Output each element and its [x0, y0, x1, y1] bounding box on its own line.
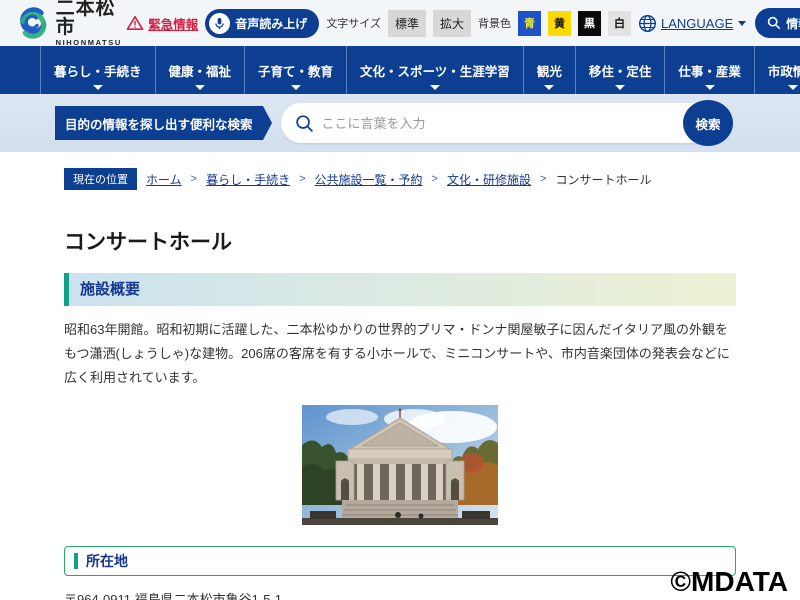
breadcrumb-separator: >: [432, 173, 438, 185]
nav-item-kosodate[interactable]: 子育て・教育: [244, 46, 346, 94]
search-submit-button[interactable]: 検索: [683, 100, 733, 146]
overview-body-text: 昭和63年開館。昭和初期に活躍した、二本松ゆかりの世界的プリマ・ドンナ関屋敏子に…: [64, 318, 736, 390]
global-nav: 暮らし・手続き 健康・福祉 子育て・教育 文化・スポーツ・生涯学習 観光 移住・…: [0, 46, 800, 94]
bg-color-white-button[interactable]: 白: [608, 11, 631, 36]
microphone-icon: [209, 13, 230, 34]
location-address: 〒964-0911 福島県二本松市亀谷1-5-1: [64, 589, 736, 600]
voice-reading-button[interactable]: 音声読み上げ: [205, 9, 319, 38]
page-title: コンサートホール: [64, 226, 736, 256]
breadcrumb-separator: >: [191, 173, 197, 185]
breadcrumb-link-bunka-kenshu[interactable]: 文化・研修施設: [447, 171, 531, 188]
page: 二本松市 NIHONMATSU 緊急情報: [0, 0, 800, 600]
photo-container: [64, 405, 736, 530]
current-location-badge: 現在の位置: [64, 168, 137, 190]
search-icon: [767, 16, 781, 30]
nav-item-label: 健康・福祉: [169, 61, 232, 80]
search-band: 目的の情報を探し出す便利な検索 検索: [0, 94, 800, 152]
nav-item-label: 市政情報: [768, 61, 800, 80]
location-heading: 所在地: [86, 551, 128, 571]
main-content: 現在の位置 ホーム > 暮らし・手続き > 公共施設一覧・予約 > 文化・研修施…: [0, 168, 800, 600]
search-input[interactable]: [322, 116, 677, 131]
nav-item-label: 子育て・教育: [258, 61, 333, 80]
search-icon: [295, 114, 314, 133]
site-logo[interactable]: 二本松市 NIHONMATSU: [16, 0, 126, 47]
nav-item-kenko[interactable]: 健康・福祉: [155, 46, 245, 94]
text-size-label: 文字サイズ: [326, 15, 381, 31]
breadcrumb-link-shisetsu[interactable]: 公共施設一覧・予約: [315, 171, 423, 188]
nav-item-bunka-sports[interactable]: 文化・スポーツ・生涯学習: [346, 46, 523, 94]
watermark: ©MDATA: [670, 566, 788, 598]
nav-item-kurashi[interactable]: 暮らし・手続き: [40, 46, 155, 94]
site-search-box: 検索: [281, 103, 732, 143]
site-title: 二本松市: [56, 0, 127, 37]
bg-color-black-button[interactable]: 黒: [578, 11, 601, 36]
location-box: 所在地: [64, 546, 736, 576]
find-info-button[interactable]: 情報を探す: [755, 8, 800, 38]
voice-reading-label: 音声読み上げ: [235, 15, 307, 32]
search-lead-label: 目的の情報を探し出す便利な検索: [55, 106, 263, 140]
accent-bar: [74, 553, 78, 569]
find-info-label: 情報を探す: [786, 15, 800, 32]
nav-item-label: 文化・スポーツ・生涯学習: [360, 61, 510, 80]
breadcrumb-link-kurashi[interactable]: 暮らし・手続き: [206, 171, 290, 188]
breadcrumb: 現在の位置 ホーム > 暮らし・手続き > 公共施設一覧・予約 > 文化・研修施…: [64, 168, 736, 190]
breadcrumb-link-home[interactable]: ホーム: [146, 171, 182, 188]
emergency-info-link[interactable]: 緊急情報: [126, 14, 198, 33]
bg-color-blue-button[interactable]: 青: [518, 11, 541, 36]
topbar-tools: 緊急情報 音声読み上げ 文字サイズ 標準 拡大 背景色 青 黄 黒 白: [126, 8, 800, 38]
globe-icon: [638, 14, 657, 33]
nav-item-kanko[interactable]: 観光: [523, 46, 575, 94]
chevron-down-icon: [738, 21, 746, 26]
text-size-standard-button[interactable]: 標準: [388, 10, 426, 37]
language-selector[interactable]: LANGUAGE: [638, 14, 746, 33]
nav-item-shisei[interactable]: 市政情報: [754, 46, 800, 94]
bg-color-yellow-button[interactable]: 黄: [548, 11, 571, 36]
concert-hall-photo: [302, 405, 498, 525]
bg-color-label: 背景色: [478, 15, 511, 31]
nav-item-label: 暮らし・手続き: [54, 61, 142, 80]
city-logo-swirl-icon: [16, 4, 50, 42]
nav-item-label: 仕事・産業: [678, 61, 741, 80]
nav-item-shigoto[interactable]: 仕事・産業: [664, 46, 754, 94]
nav-item-label: 観光: [537, 61, 562, 80]
breadcrumb-current: コンサートホール: [555, 171, 651, 188]
nav-item-iju[interactable]: 移住・定住: [575, 46, 665, 94]
warning-triangle-icon: [126, 15, 144, 31]
nav-item-label: 移住・定住: [589, 61, 652, 80]
text-size-enlarge-button[interactable]: 拡大: [433, 10, 471, 37]
breadcrumb-separator: >: [299, 173, 305, 185]
language-label: LANGUAGE: [661, 16, 733, 31]
overview-section-heading: 施設概要: [64, 273, 736, 306]
emergency-info-label: 緊急情報: [148, 14, 198, 33]
site-header: 二本松市 NIHONMATSU 緊急情報: [0, 0, 800, 46]
breadcrumb-separator: >: [540, 173, 546, 185]
